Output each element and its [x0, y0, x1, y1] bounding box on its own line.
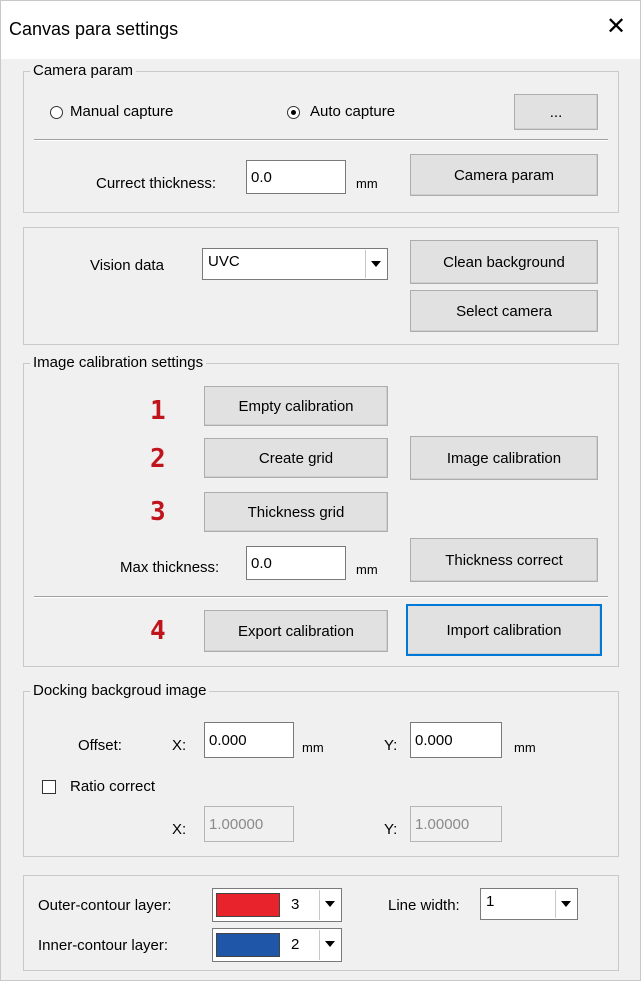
thickness-grid-button[interactable]: Thickness grid — [204, 492, 388, 532]
auto-capture-radio[interactable] — [287, 106, 300, 119]
close-icon[interactable]: ✕ — [602, 13, 630, 41]
vision-data-value: UVC — [208, 253, 240, 270]
image-calibration-button[interactable]: Image calibration — [410, 436, 598, 480]
max-thickness-unit: mm — [356, 562, 378, 577]
more-options-button[interactable]: ... — [514, 94, 598, 130]
step-2-marker: 2 — [150, 444, 166, 474]
image-calibration-legend: Image calibration settings — [30, 353, 207, 373]
chevron-down-icon[interactable] — [319, 890, 340, 920]
offset-y-unit: mm — [514, 740, 536, 755]
window-title: Canvas para settings — [9, 19, 179, 39]
outer-contour-value: 3 — [291, 896, 300, 913]
chevron-down-icon[interactable] — [365, 250, 386, 278]
auto-capture-label[interactable]: Auto capture — [310, 102, 395, 122]
canvas-para-settings-dialog: Canvas para settings ✕ Camera param Manu… — [0, 0, 641, 981]
export-calibration-button[interactable]: Export calibration — [204, 610, 388, 652]
select-camera-button[interactable]: Select camera — [410, 290, 598, 332]
camera-param-group: Camera param Manual capture Auto capture… — [23, 61, 619, 213]
line-width-value: 1 — [486, 893, 495, 910]
offset-label: Offset: — [78, 737, 122, 754]
step-3-marker: 3 — [150, 497, 166, 527]
offset-y-label: Y: — [384, 737, 398, 754]
camera-param-button[interactable]: Camera param — [410, 154, 598, 196]
offset-y-input[interactable] — [410, 722, 502, 758]
empty-calibration-button[interactable]: Empty calibration — [204, 386, 388, 426]
chevron-down-icon[interactable] — [555, 890, 576, 918]
ratio-y-label: Y: — [384, 821, 398, 838]
vision-data-select[interactable]: UVC — [202, 248, 388, 280]
vision-data-group: Vision data UVC Clean background Select … — [23, 227, 619, 345]
inner-contour-select[interactable]: 2 — [212, 928, 342, 962]
max-thickness-label: Max thickness: — [120, 559, 220, 576]
vision-data-label: Vision data — [90, 257, 164, 274]
offset-x-input[interactable] — [204, 722, 294, 758]
layer-settings-group: Outer-contour layer: 3 Line width: 1 Inn… — [23, 875, 619, 971]
step-4-marker: 4 — [150, 616, 166, 646]
calibration-separator — [34, 596, 608, 598]
step-1-marker: 1 — [150, 396, 166, 426]
manual-capture-radio[interactable] — [50, 106, 63, 119]
inner-contour-swatch — [216, 933, 280, 957]
chevron-down-icon[interactable] — [319, 930, 340, 960]
max-thickness-input[interactable] — [246, 546, 346, 580]
outer-contour-swatch — [216, 893, 280, 917]
ratio-x-input — [204, 806, 294, 842]
thickness-unit: mm — [356, 176, 378, 191]
camera-param-legend: Camera param — [30, 61, 137, 81]
outer-contour-label: Outer-contour layer: — [38, 897, 172, 914]
thickness-correct-button[interactable]: Thickness correct — [410, 538, 598, 582]
offset-x-label: X: — [172, 737, 187, 754]
line-width-label: Line width: — [388, 897, 460, 914]
thickness-input[interactable] — [246, 160, 346, 194]
ratio-y-input — [410, 806, 502, 842]
ratio-x-label: X: — [172, 821, 187, 838]
camera-param-separator — [34, 139, 608, 141]
docking-background-group: Docking backgroud image Offset: X: mm Y:… — [23, 681, 619, 857]
docking-legend: Docking backgroud image — [30, 681, 210, 701]
inner-contour-value: 2 — [291, 936, 300, 953]
offset-x-unit: mm — [302, 740, 324, 755]
clean-background-button[interactable]: Clean background — [410, 240, 598, 284]
inner-contour-label: Inner-contour layer: — [38, 937, 169, 954]
manual-capture-label[interactable]: Manual capture — [70, 102, 173, 122]
create-grid-button[interactable]: Create grid — [204, 438, 388, 478]
ratio-correct-label[interactable]: Ratio correct — [70, 777, 155, 797]
import-calibration-button[interactable]: Import calibration — [406, 604, 602, 656]
line-width-select[interactable]: 1 — [480, 888, 578, 920]
thickness-label: Currect thickness: — [96, 175, 217, 192]
ratio-correct-checkbox[interactable] — [42, 780, 56, 794]
outer-contour-select[interactable]: 3 — [212, 888, 342, 922]
title-bar: Canvas para settings ✕ — [1, 1, 640, 59]
image-calibration-group: Image calibration settings 1 Empty calib… — [23, 353, 619, 667]
